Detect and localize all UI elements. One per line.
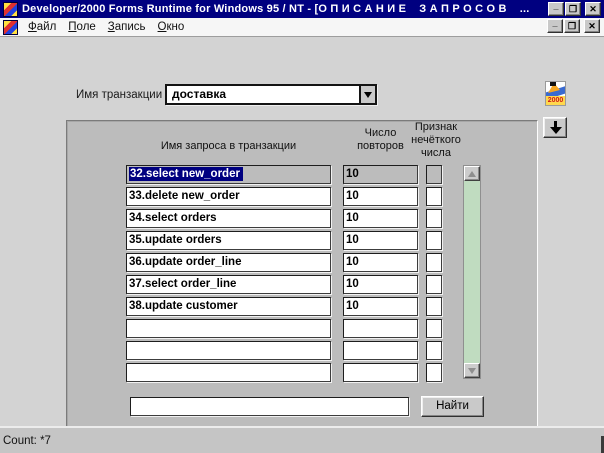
repeat-count-field[interactable]: 10 xyxy=(343,231,418,250)
fuzzy-flag-field[interactable] xyxy=(426,209,442,228)
column-header-fuzzy-flag: Признак нечёткого числа xyxy=(411,121,461,159)
forms-runtime-window: Developer/2000 Forms Runtime for Windows… xyxy=(0,0,604,453)
window-controls: _ ❐ ✕ xyxy=(548,2,601,16)
mdi-minimize-button[interactable]: _ xyxy=(547,19,563,33)
fuzzy-flag-field[interactable] xyxy=(426,363,442,382)
fuzzy-flag-field[interactable] xyxy=(426,253,442,272)
query-name-field[interactable] xyxy=(126,363,331,382)
scroll-up-button[interactable] xyxy=(464,166,480,181)
find-button[interactable]: Найти xyxy=(421,396,484,417)
queries-panel: Имя запроса в транзакции Число повторов … xyxy=(66,120,538,433)
query-name-field[interactable]: 36.update order_line xyxy=(126,253,331,272)
query-name-field[interactable]: 38.update customer xyxy=(126,297,331,316)
query-name-field[interactable]: 34.select orders xyxy=(126,209,331,228)
triangle-down-icon xyxy=(468,367,476,374)
column-header-query-name: Имя запроса в транзакции xyxy=(160,140,297,152)
next-record-button[interactable] xyxy=(543,117,567,138)
repeat-count-field[interactable]: 10 xyxy=(343,209,418,228)
form-canvas: Имя транзакции доставка 2000 Имя запроса… xyxy=(0,37,604,433)
repeat-count-field[interactable]: 10 xyxy=(343,297,418,316)
divider xyxy=(581,19,583,33)
query-name-field[interactable] xyxy=(126,341,331,360)
triangle-up-icon xyxy=(468,170,476,177)
mdi-close-button[interactable]: ✕ xyxy=(584,19,600,33)
transaction-name-label: Имя транзакции xyxy=(76,89,163,101)
repeat-count-field[interactable] xyxy=(343,319,418,338)
query-name-field[interactable]: 32.select new_order xyxy=(126,165,331,184)
query-name-field[interactable]: 33.delete new_order xyxy=(126,187,331,206)
fuzzy-flag-field[interactable] xyxy=(426,165,442,184)
window-title: Developer/2000 Forms Runtime for Windows… xyxy=(22,3,530,15)
logo-hat xyxy=(550,82,556,86)
query-name-field[interactable] xyxy=(126,319,331,338)
transaction-value: доставка xyxy=(172,87,227,101)
arrow-down-icon xyxy=(548,121,563,134)
divider xyxy=(582,2,584,16)
fuzzy-flag-field[interactable] xyxy=(426,187,442,206)
repeat-count-field[interactable]: 10 xyxy=(343,165,418,184)
record-count-text: Count: *7 xyxy=(3,435,51,447)
search-input[interactable] xyxy=(130,397,409,416)
query-name-field[interactable]: 35.update orders xyxy=(126,231,331,250)
repeat-count-field[interactable]: 10 xyxy=(343,253,418,272)
transaction-combobox[interactable]: доставка xyxy=(165,84,377,105)
selected-text: 32.select new_order xyxy=(129,167,243,181)
mdi-window-controls: _ ❐ ✕ xyxy=(547,19,600,33)
combo-dropdown-button[interactable] xyxy=(359,86,375,103)
chevron-down-icon xyxy=(364,91,372,98)
repeat-count-field[interactable] xyxy=(343,341,418,360)
menu-record[interactable]: Запись xyxy=(102,19,152,36)
close-button[interactable]: ✕ xyxy=(585,2,601,16)
logo-2000-text: 2000 xyxy=(546,96,565,105)
menu-file[interactable]: Файл xyxy=(22,19,62,36)
restore-button[interactable]: ❐ xyxy=(565,2,581,16)
mdi-child-icon[interactable] xyxy=(3,19,18,35)
titlebar: Developer/2000 Forms Runtime for Windows… xyxy=(0,0,604,18)
fuzzy-flag-field[interactable] xyxy=(426,341,442,360)
menu-field[interactable]: Поле xyxy=(62,19,102,36)
scroll-down-button[interactable] xyxy=(464,363,480,378)
fuzzy-flag-field[interactable] xyxy=(426,275,442,294)
menubar: Файл Поле Запись Окно _ ❐ ✕ xyxy=(0,18,604,37)
repeat-count-field[interactable] xyxy=(343,363,418,382)
app-icon[interactable] xyxy=(3,1,18,17)
fuzzy-flag-field[interactable] xyxy=(426,319,442,338)
query-name-field[interactable]: 37.select order_line xyxy=(126,275,331,294)
records-scrollbar[interactable] xyxy=(463,165,481,379)
fuzzy-flag-field[interactable] xyxy=(426,297,442,316)
repeat-count-field[interactable]: 10 xyxy=(343,187,418,206)
menu-window[interactable]: Окно xyxy=(152,19,191,36)
minimize-button[interactable]: _ xyxy=(548,2,564,16)
repeat-count-field[interactable]: 10 xyxy=(343,275,418,294)
developer2000-logo: 2000 xyxy=(545,81,566,106)
mdi-restore-button[interactable]: ❐ xyxy=(564,19,580,33)
fuzzy-flag-field[interactable] xyxy=(426,231,442,250)
statusbar: Count: *7 xyxy=(0,426,604,453)
